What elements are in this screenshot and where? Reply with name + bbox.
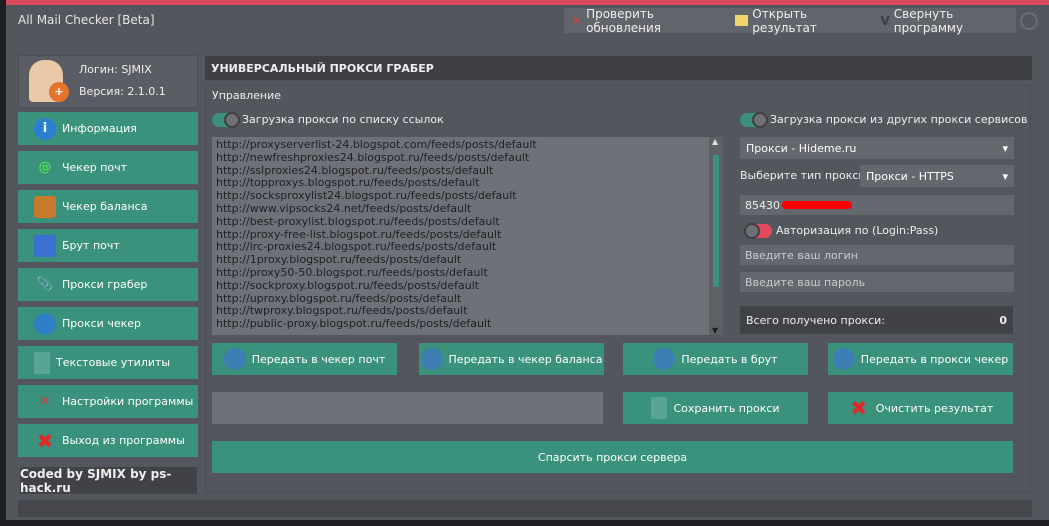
add-icon: + xyxy=(49,82,69,102)
proxy-count: Всего получено прокси: 0 xyxy=(740,306,1013,334)
link-line: http://www.vipsocks24.net/feeds/posts/de… xyxy=(216,201,472,215)
sidebar-item-balance-checker[interactable]: Чекер баланса xyxy=(18,190,198,223)
scrollbar[interactable]: ▲ ▼ xyxy=(709,137,723,335)
toggle-switch[interactable] xyxy=(744,223,772,239)
service-select[interactable]: Прокси - Hideme.ru ▾ xyxy=(740,137,1014,159)
send-to-proxy-checker-button[interactable]: Передать в прокси чекер xyxy=(828,343,1013,375)
dropdown-arrow-icon: ▾ xyxy=(1002,141,1008,155)
sidebar-item-info[interactable]: i Информация xyxy=(18,112,198,145)
sidebar-item-proxy-grabber[interactable]: 📎 Прокси грабер xyxy=(18,268,198,301)
link-line: http://public-proxy.blogspot.ru/feeds/po… xyxy=(216,317,492,331)
magnifier-icon xyxy=(223,348,246,370)
auth-toggle[interactable]: Авторизация по (Login:Pass) xyxy=(744,223,938,239)
proxy-type-label: Выберите тип прокси: xyxy=(740,169,870,182)
toggle-switch[interactable] xyxy=(212,112,240,128)
app-window: All Mail Checker [Beta] ✕ Проверить обнов… xyxy=(6,0,1049,520)
link-line: http://proxy50-50.blogspot.ru/feeds/post… xyxy=(216,265,488,279)
proxy-type-select[interactable]: Прокси - HTTPS ▾ xyxy=(860,165,1014,187)
link-line: http://sockproxy.blogspot.ru/feeds/posts… xyxy=(216,278,480,292)
links-toggle[interactable]: Загрузка прокси по списку ссылок xyxy=(212,112,444,128)
link-line: http://best-proxylist.blogspot.ru/feeds/… xyxy=(216,214,500,228)
send-to-brute-button[interactable]: Передать в брут xyxy=(623,343,808,375)
close-icon: ✖ xyxy=(36,428,54,453)
info-icon: i xyxy=(34,117,56,140)
paperclip-icon: 📎 xyxy=(36,277,54,292)
chevron-down-icon: V xyxy=(880,13,890,28)
tools-icon: ✕ xyxy=(572,13,583,28)
book-icon xyxy=(34,234,56,257)
wallet-icon xyxy=(34,195,56,218)
minimize-button[interactable]: V Свернуть программу xyxy=(881,7,1017,35)
send-to-balance-checker-button[interactable]: Передать в чекер баланса xyxy=(419,343,604,375)
top-toolbar: ✕ Проверить обновления Открыть результат … xyxy=(564,7,1017,35)
sidebar-item-text-utils[interactable]: Текстовые утилиты xyxy=(18,346,198,379)
group-label: Управление xyxy=(212,89,282,102)
magnifier-icon xyxy=(653,348,676,370)
sidebar-item-exit[interactable]: ✖ Выход из программы xyxy=(18,424,198,457)
open-result-button[interactable]: Открыть результат xyxy=(735,7,866,35)
progress-bar xyxy=(212,392,603,424)
window-title: All Mail Checker [Beta] xyxy=(18,13,155,27)
save-proxies-button[interactable]: Сохранить прокси xyxy=(623,392,808,424)
version-label: Версия: 2.1.0.1 xyxy=(79,85,166,98)
at-icon: @ xyxy=(38,160,52,175)
credits-label: Coded by SJMIX by ps-hack.ru xyxy=(20,467,197,495)
page-title: УНИВЕРСАЛЬНЫЙ ПРОКСИ ГРАБЕР xyxy=(205,56,1032,80)
send-to-mail-checker-button[interactable]: Передать в чекер почт xyxy=(212,343,397,375)
services-toggle[interactable]: Загрузка прокси из других прокси сервисо… xyxy=(740,112,1028,128)
link-line: http://newfreshproxies24.blogspot.ru/fee… xyxy=(216,150,530,164)
magnifier-icon xyxy=(420,348,443,370)
profile-box: + Логин: SJMIX Версия: 2.1.0.1 xyxy=(18,55,198,108)
document-icon xyxy=(34,351,50,374)
login-input[interactable]: Введите ваш логин xyxy=(740,245,1014,265)
sidebar-item-mail-brute[interactable]: Брут почт xyxy=(18,229,198,262)
dropdown-arrow-icon: ▾ xyxy=(1002,169,1008,183)
document-icon xyxy=(651,397,668,419)
check-updates-button[interactable]: ✕ Проверить обновления xyxy=(572,7,721,35)
sidebar-item-settings[interactable]: ✕ Настройки программы xyxy=(18,385,198,418)
password-input[interactable]: Введите ваш пароль xyxy=(740,272,1014,292)
sidebar-item-mail-checker[interactable]: @ Чекер почт xyxy=(18,151,198,184)
parse-proxies-button[interactable]: Спарсить прокси сервера xyxy=(212,441,1013,473)
close-icon: ✖ xyxy=(850,396,868,420)
clear-result-button[interactable]: ✖ Очистить результат xyxy=(828,392,1013,424)
close-button[interactable] xyxy=(1020,12,1038,30)
folder-icon xyxy=(735,15,749,26)
link-line: http://proxyserverlist-24.blogspot.com/f… xyxy=(216,138,537,151)
magnifier-icon xyxy=(832,348,855,370)
toggle-switch[interactable] xyxy=(740,112,768,128)
api-key-input[interactable]: 85430 xyxy=(740,195,1014,215)
status-bar xyxy=(18,500,1032,517)
redaction-mark xyxy=(782,201,852,209)
globe-icon xyxy=(34,312,56,335)
tools-icon: ✕ xyxy=(39,394,51,409)
login-label: Логин: SJMIX xyxy=(79,63,152,76)
links-textarea[interactable]: http://proxyserverlist-24.blogspot.com/f… xyxy=(212,137,723,335)
sidebar-item-proxy-checker[interactable]: Прокси чекер xyxy=(18,307,198,340)
